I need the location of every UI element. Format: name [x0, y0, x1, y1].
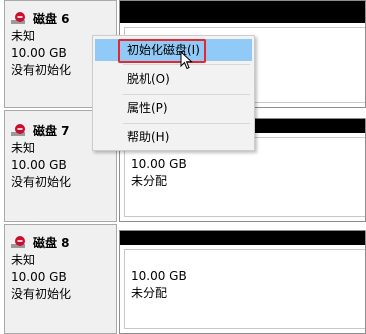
partition-size: 10.00 GB [131, 269, 187, 283]
disk-status: 没有初始化 [11, 63, 72, 77]
disk-status: 没有初始化 [11, 287, 72, 301]
disk-status: 没有初始化 [11, 175, 72, 189]
disk-error-icon [11, 236, 25, 248]
mouse-pointer-icon [180, 51, 193, 70]
disk-8-info[interactable]: 磁盘 8 未知 10.00 GB 没有初始化 [4, 224, 117, 334]
disk-name: 磁盘 7 [33, 124, 70, 138]
menu-item-offline[interactable]: 脱机(O) [95, 68, 252, 90]
disk-name: 磁盘 6 [33, 12, 70, 26]
disk-size: 10.00 GB [11, 270, 67, 284]
disk-error-icon [11, 124, 25, 136]
disk-type: 未知 [11, 141, 36, 155]
partition-size: 10.00 GB [131, 157, 187, 171]
menu-separator [123, 123, 250, 124]
partition-header [120, 1, 365, 23]
partition-header [120, 231, 365, 245]
partition-area: 10.00 GB 未分配 [124, 249, 365, 329]
partition-status: 未分配 [131, 174, 168, 188]
menu-item-help[interactable]: 帮助(H) [95, 126, 252, 148]
disk-8-partition[interactable]: 10.00 GB 未分配 [119, 230, 366, 334]
disk-size: 10.00 GB [11, 46, 67, 60]
menu-item-properties[interactable]: 属性(P) [95, 97, 252, 119]
disk-error-icon [11, 12, 25, 24]
menu-separator [123, 94, 250, 95]
disk-name: 磁盘 8 [33, 236, 70, 250]
disk-type: 未知 [11, 253, 36, 267]
disk-type: 未知 [11, 29, 36, 43]
partition-status: 未分配 [131, 286, 168, 300]
disk-size: 10.00 GB [11, 158, 67, 172]
